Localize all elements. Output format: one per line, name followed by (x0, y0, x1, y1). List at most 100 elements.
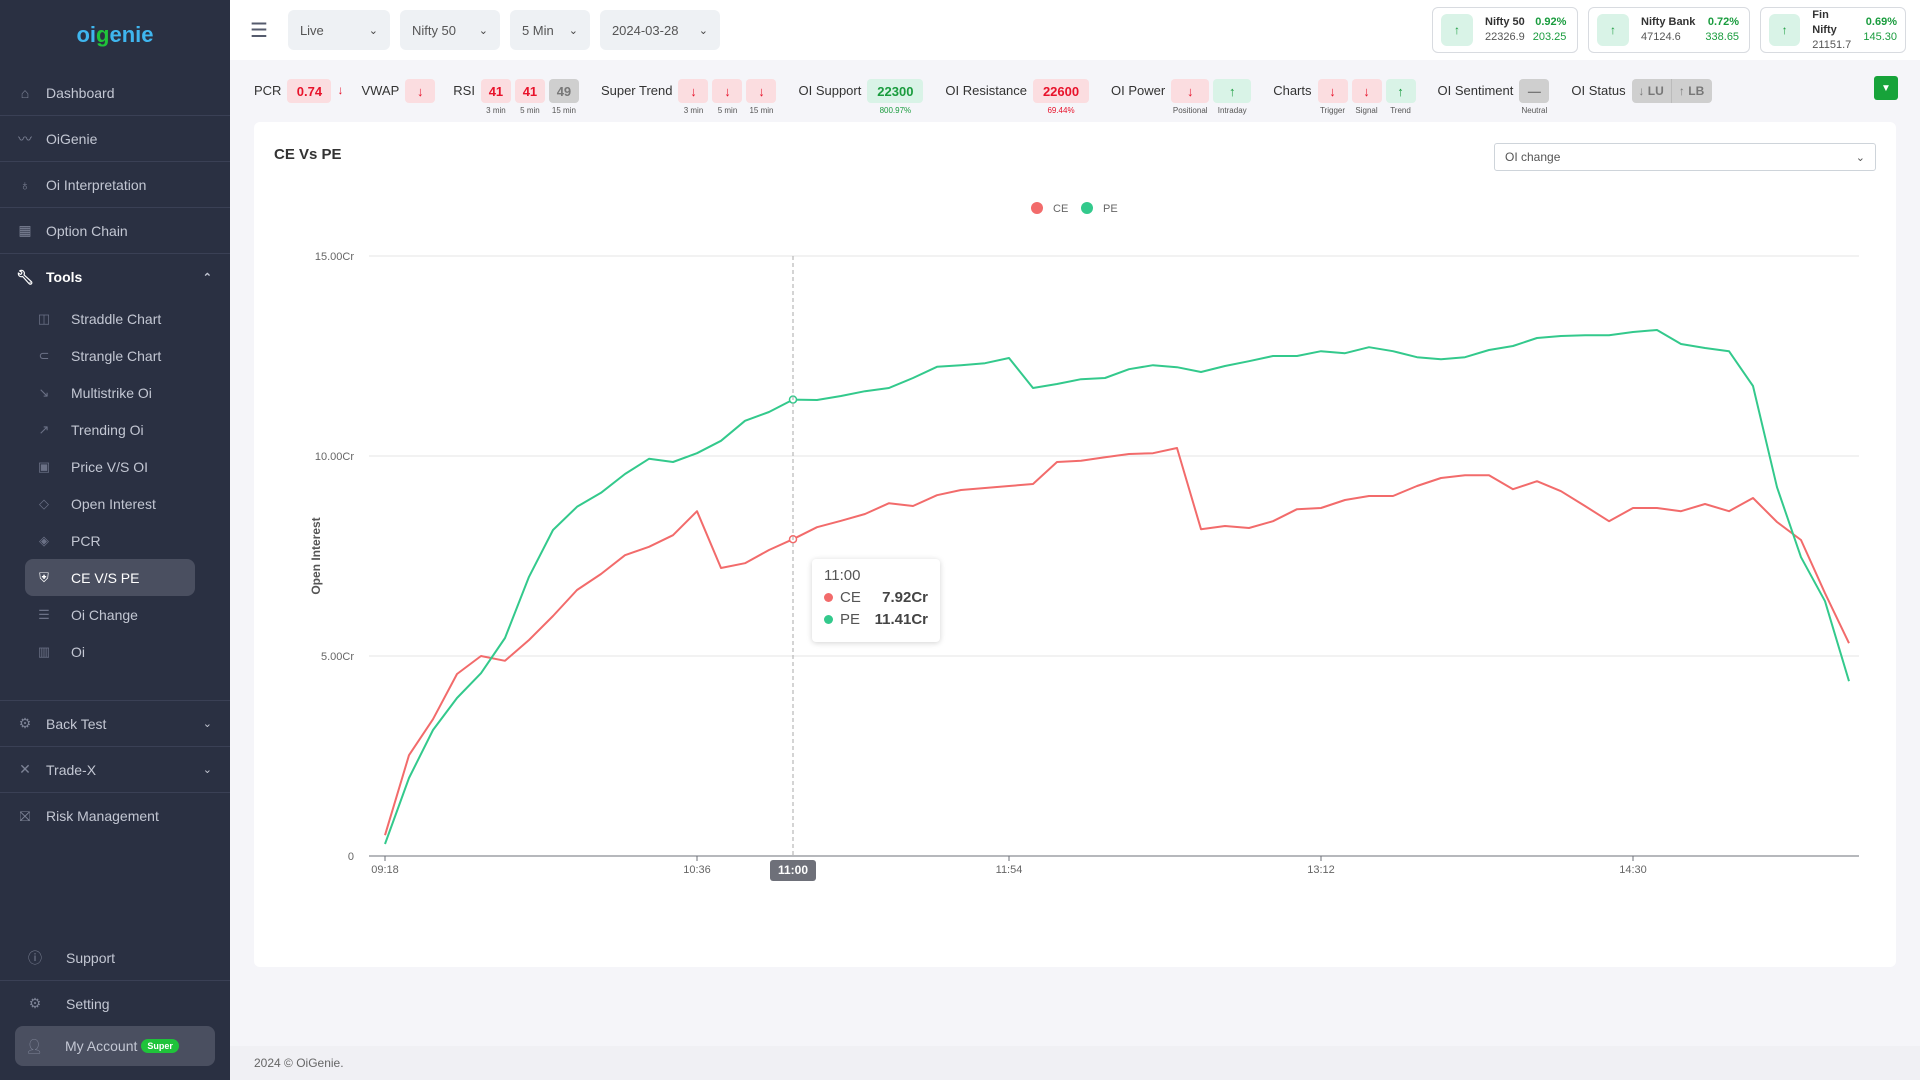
chevron-down-icon: ⌄ (698, 24, 708, 37)
indicator-oi-sentiment: OI Sentiment — Neutral (1438, 79, 1554, 115)
sidebar-item-trade-x[interactable]: ✕ Trade-X ⌄ (0, 747, 230, 793)
lightbulb-icon: ♁ (19, 176, 31, 193)
arrow-down-icon: ↓ (712, 79, 743, 103)
ticker-name: Fin Nifty (1812, 8, 1837, 36)
arrow-down-icon: ↓ (1317, 79, 1348, 103)
trend-up-icon: ↗ (38, 421, 50, 437)
interval-select-value: 5 Min (521, 22, 554, 38)
legend-pe-label[interactable]: PE (1103, 203, 1118, 215)
tooltip-time: 11:00 (824, 567, 861, 584)
tooltip-row-pe: PE 11.41Cr (824, 611, 928, 628)
arrow-up-icon: ↑ (1441, 14, 1473, 46)
logo-genie-glyph: g (96, 22, 110, 47)
caption: 5 min (717, 106, 738, 115)
indicator-label: RSI (453, 83, 475, 98)
sidebar-item-oigenie[interactable]: 〰 OiGenie (0, 116, 230, 162)
top-bar: ☰ Live ⌄ Nifty 50 ⌄ 5 Min ⌄ 2024-03-28 ⌄ ↑ N… (230, 0, 1920, 60)
interval-select[interactable]: 5 Min ⌄ (509, 10, 590, 50)
sidebar-item-oi-change[interactable]: ☰ Oi Change (25, 596, 195, 633)
caption: 800.97% (879, 106, 912, 115)
ticker-fin-nifty[interactable]: ↑ Fin Nifty 21151.7 0.69% 145.30 (1760, 7, 1906, 53)
chart-box-icon: ◫ (37, 310, 51, 326)
indicator-pcr: PCR 0.74 ↓ (254, 79, 343, 103)
sidebar-item-strangle-chart[interactable]: ⊂ Strangle Chart (25, 337, 195, 374)
plan-badge: Super (141, 1039, 179, 1053)
index-select[interactable]: Nifty 50 ⌄ (399, 10, 500, 50)
indicator-label: OI Power (1111, 83, 1166, 98)
sidebar-item-oi[interactable]: ▥ Oi (25, 633, 195, 670)
x-tick-label: 09:18 (371, 864, 399, 876)
ticker-pct: 0.72% (1707, 16, 1740, 28)
ticker-nifty-50[interactable]: ↑ Nifty 50 22326.9 0.92% 203.25 (1432, 7, 1578, 53)
sidebar-item-label: Option Chain (46, 222, 128, 239)
logo-text-right: enie (109, 22, 154, 47)
ticker-change: 203.25 (1532, 31, 1567, 43)
ticker-price: 47124.6 (1641, 31, 1681, 43)
neutral-dash-icon: — (1519, 79, 1550, 103)
sidebar-item-risk-management[interactable]: ⛝ Risk Management (0, 793, 230, 839)
sidebar-item-support[interactable]: ⓘ Support (0, 936, 230, 981)
sidebar-item-setting[interactable]: ⚙ Setting (0, 981, 230, 1026)
barrier-icon: ⛝ (19, 807, 31, 824)
legend-ce-label[interactable]: CE (1053, 203, 1068, 215)
ticker-name: Nifty 50 (1485, 16, 1525, 28)
sidebar-item-open-interest[interactable]: ◇ Open Interest (25, 485, 195, 522)
vwap-arrow-down-icon: ↓ (405, 79, 436, 103)
gear-icon: ⚙ (28, 995, 42, 1011)
sidebar-item-trending-oi[interactable]: ↗ Trending Oi (25, 411, 195, 448)
oi-support-value: 22300 (867, 79, 924, 103)
logo[interactable]: oi g enie (0, 0, 230, 70)
caption: Positional (1172, 106, 1208, 115)
ticker-nifty-bank[interactable]: ↑ Nifty Bank 47124.6 0.72% 338.65 (1588, 7, 1750, 53)
mode-select[interactable]: Live ⌄ (287, 10, 390, 50)
ce-vs-pe-chart[interactable]: 0 5.00Cr 10.00Cr 15.00Cr CE PE Open Interes… (254, 122, 1896, 967)
chevron-up-icon: ⌃ (202, 271, 212, 284)
series-line-ce[interactable] (384, 447, 1850, 836)
gear-icon: ⚙ (18, 715, 32, 731)
sidebar-item-straddle-chart[interactable]: ◫ Straddle Chart (25, 300, 195, 337)
arrow-up-icon: ↑ (1597, 14, 1629, 46)
sidebar-item-price-vs-oi[interactable]: ▣ Price V/S OI (25, 448, 195, 485)
x-tick-label: 10:36 (683, 864, 711, 876)
sidebar-item-label: Multistrike Oi (71, 384, 152, 401)
indicator-oi-resistance: OI Resistance 22600 69.44% (945, 79, 1093, 115)
sidebar-item-oi-interpretation[interactable]: ♁ Oi Interpretation (0, 162, 230, 208)
indicator-label: Charts (1273, 83, 1312, 98)
chart-card: CE Vs PE OI change ⌄ 0 5.00Cr 10.00Cr 15.00C… (254, 122, 1896, 967)
ce-dot-icon (824, 593, 833, 602)
sidebar-item-ce-vs-pe[interactable]: ⛨ CE V/S PE (25, 559, 195, 596)
account-label: My Account (65, 1038, 138, 1054)
series-line-pe[interactable] (384, 329, 1850, 845)
sidebar-item-multistrike-oi[interactable]: ↘ Multistrike Oi (25, 374, 195, 411)
rsi-15min-value: 49 (548, 79, 579, 103)
sidebar-item-option-chain[interactable]: ▦ Option Chain (0, 208, 230, 254)
sidebar-item-pcr[interactable]: ◈ PCR (25, 522, 195, 559)
sidebar-item-dashboard[interactable]: ⌂ Dashboard (0, 70, 230, 116)
my-account-button[interactable]: 👤︎ My Account Super (15, 1026, 215, 1066)
arrow-down-icon: ↓ (1351, 79, 1382, 103)
legend-ce-marker[interactable] (1031, 202, 1043, 214)
caption: 3 min (683, 106, 704, 115)
chevron-down-icon: ⌄ (478, 24, 488, 37)
chevron-down-icon: ⌄ (202, 718, 212, 730)
x-tick-label: 14:30 (1619, 864, 1647, 876)
mode-select-value: Live (299, 22, 324, 38)
oi-status-lu: ↓ LU (1632, 79, 1672, 103)
caption: 5 min (520, 106, 540, 115)
indicator-label: OI Resistance (945, 83, 1028, 98)
sidebar-item-label: OiGenie (46, 130, 98, 147)
date-select[interactable]: 2024-03-28 ⌄ (599, 10, 720, 50)
sidebar-item-label: Oi Change (71, 606, 138, 623)
oi-resistance-value: 22600 (1033, 79, 1090, 103)
sidebar-item-label: Price V/S OI (71, 458, 149, 475)
filter-button[interactable]: ▼ (1874, 76, 1898, 100)
footer: 2024 © OiGenie. (230, 1046, 1920, 1080)
legend-pe-marker[interactable] (1081, 202, 1093, 214)
sidebar-item-back-test[interactable]: ⚙ Back Test ⌄ (0, 701, 230, 747)
sidebar-item-tools[interactable]: 🔧︎ Tools ⌃ (0, 254, 230, 300)
sidebar-bottom: ⓘ Support ⚙ Setting 👤︎ My Account Super (0, 936, 230, 1080)
y-tick-label: 0 (348, 851, 354, 863)
indicator-rsi: RSI 41 3 min 41 5 min 49 15 min (453, 79, 583, 115)
indicator-charts: Charts ↓ Trigger ↓ Signal ↑ Trend (1273, 79, 1419, 115)
menu-icon[interactable]: ☰ (250, 18, 268, 43)
